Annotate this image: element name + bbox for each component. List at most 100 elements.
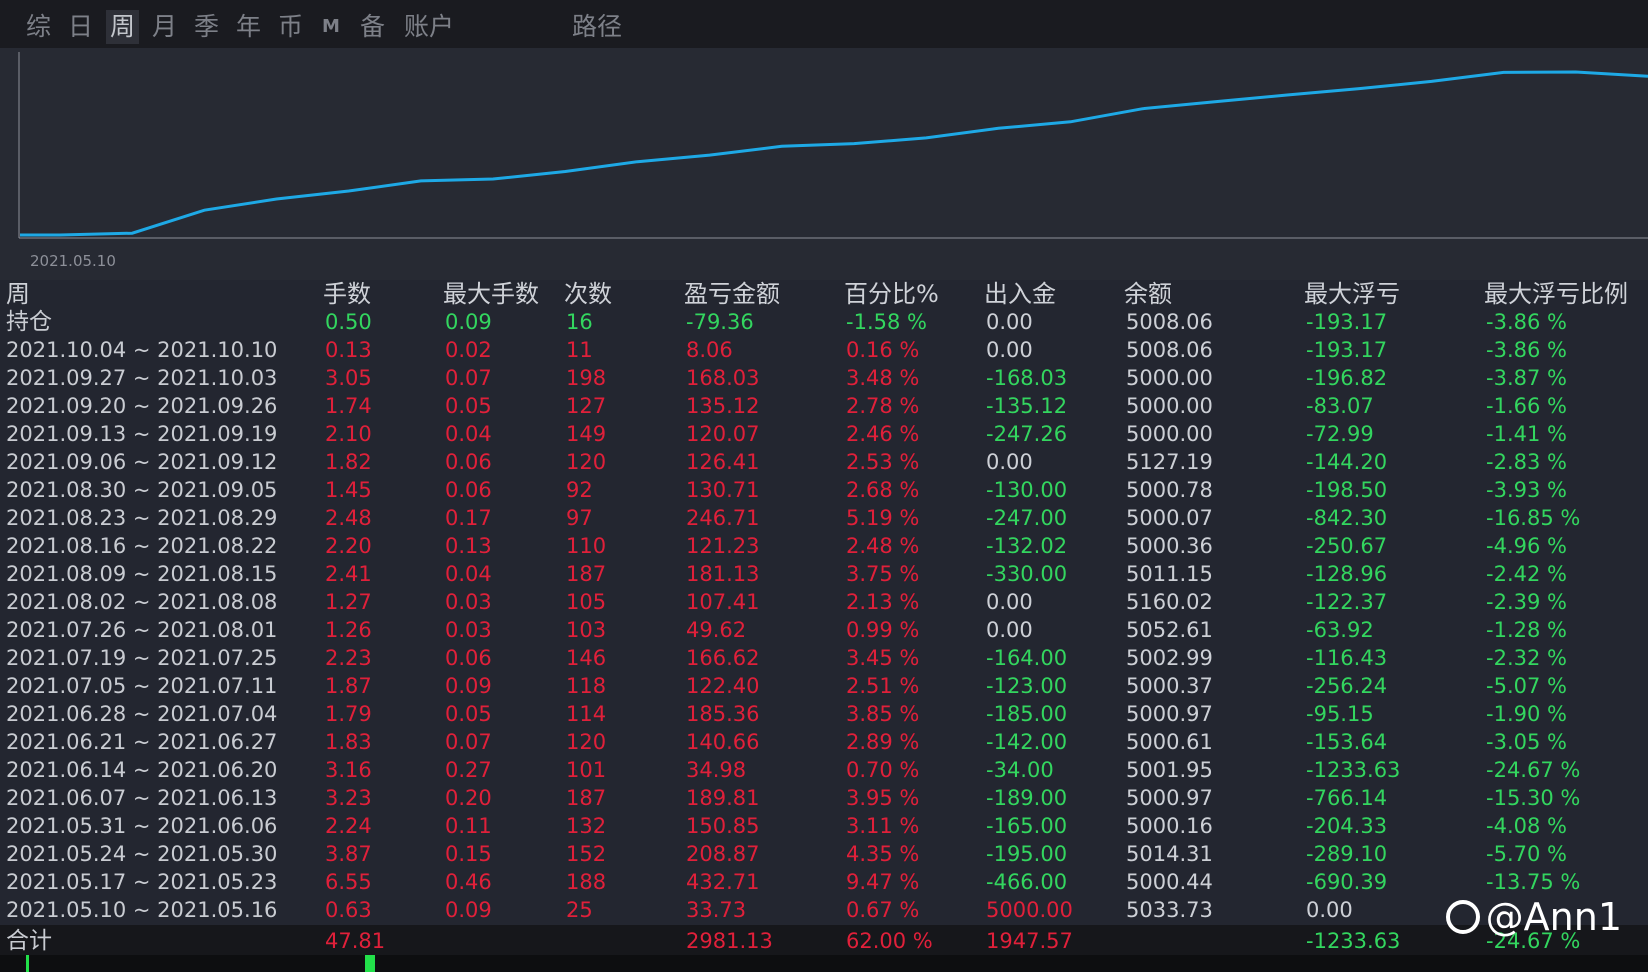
table-row[interactable]: 2021.07.05 ~ 2021.07.11 1.87 0.09 118 122.40…	[0, 672, 1648, 700]
tab-notes[interactable]: 备	[356, 10, 389, 44]
row-balance: 5033.73	[1126, 898, 1213, 922]
row-max-lots: 0.27	[445, 758, 492, 782]
tab-weekly[interactable]: 周	[106, 10, 140, 44]
tab-path[interactable]: 路径	[568, 10, 626, 44]
row-pnl: 166.62	[686, 646, 760, 670]
header-max-lots[interactable]: 最大手数	[443, 280, 539, 308]
row-balance: 5000.97	[1126, 786, 1213, 810]
row-week: 2021.05.31 ~ 2021.06.06	[6, 814, 278, 838]
row-balance: 5000.16	[1126, 814, 1213, 838]
row-week: 2021.08.23 ~ 2021.08.29	[6, 506, 278, 530]
table-row[interactable]: 2021.09.20 ~ 2021.09.26 1.74 0.05 127 135.12…	[0, 392, 1648, 420]
row-lots: 1.82	[325, 450, 372, 474]
table-header-row: 周 手数 最大手数 次数 盈亏金额 百分比% 出入金 余额 最大浮亏 最大浮亏比…	[0, 280, 1648, 308]
row-flow: -130.00	[986, 478, 1068, 502]
row-max-dd-pct: -3.86 %	[1486, 338, 1567, 362]
row-pnl: 135.12	[686, 394, 760, 418]
tab-account[interactable]: 账户	[400, 10, 458, 44]
chart-start-date: 2021.05.10	[30, 252, 116, 270]
row-max-dd: -63.92	[1306, 618, 1374, 642]
tab-currency[interactable]: 币	[274, 10, 307, 44]
header-count[interactable]: 次数	[564, 280, 612, 308]
tab-daily[interactable]: 日	[64, 10, 97, 44]
table-row[interactable]: 2021.09.13 ~ 2021.09.19 2.10 0.04 149 120.07…	[0, 420, 1648, 448]
table-row[interactable]: 2021.08.02 ~ 2021.08.08 1.27 0.03 105 107.41…	[0, 588, 1648, 616]
table-row[interactable]: 2021.06.28 ~ 2021.07.04 1.79 0.05 114 185.36…	[0, 700, 1648, 728]
header-max-dd[interactable]: 最大浮亏	[1304, 280, 1400, 308]
row-balance: 5000.78	[1126, 478, 1213, 502]
row-count: 152	[566, 842, 607, 866]
table-row[interactable]: 2021.06.21 ~ 2021.06.27 1.83 0.07 120 140.66…	[0, 728, 1648, 756]
header-week[interactable]: 周	[6, 280, 30, 308]
row-pct: 3.11 %	[846, 814, 920, 838]
table-row[interactable]: 2021.08.16 ~ 2021.08.22 2.20 0.13 110 121.23…	[0, 532, 1648, 560]
row-max-dd-pct: -1.90 %	[1486, 702, 1567, 726]
row-count: 103	[566, 618, 607, 642]
row-count: 110	[566, 534, 607, 558]
holding-max-dd-pct: -3.86 %	[1486, 310, 1567, 334]
header-balance[interactable]: 余额	[1124, 280, 1172, 308]
row-count: 101	[566, 758, 607, 782]
table-row[interactable]: 2021.06.07 ~ 2021.06.13 3.23 0.20 187 189.81…	[0, 784, 1648, 812]
timeline-marker[interactable]	[365, 955, 375, 972]
row-count: 120	[566, 450, 607, 474]
tab-summary[interactable]: 综	[22, 10, 55, 44]
holding-pnl: -79.36	[686, 310, 754, 334]
row-max-lots: 0.06	[445, 646, 492, 670]
row-pct: 2.68 %	[846, 478, 920, 502]
row-pct: 0.16 %	[846, 338, 920, 362]
row-balance: 5000.61	[1126, 730, 1213, 754]
total-pnl: 2981.13	[686, 929, 773, 953]
row-max-lots: 0.09	[445, 898, 492, 922]
total-label: 合计	[6, 928, 52, 954]
header-pct[interactable]: 百分比%	[844, 280, 939, 308]
total-row: 合计 47.81 2981.13 62.00 % 1947.57 -1233.6…	[0, 925, 1648, 955]
header-pnl[interactable]: 盈亏金额	[684, 280, 780, 308]
row-week: 2021.06.14 ~ 2021.06.20	[6, 758, 278, 782]
tab-monthly[interactable]: 月	[148, 10, 181, 44]
table-row[interactable]: 2021.10.04 ~ 2021.10.10 0.13 0.02 11 8.06 0.1…	[0, 336, 1648, 364]
holding-count: 16	[566, 310, 593, 334]
timeline-marker[interactable]	[26, 955, 29, 972]
table-row[interactable]: 2021.09.06 ~ 2021.09.12 1.82 0.06 120 126.41…	[0, 448, 1648, 476]
tab-m[interactable]: M	[318, 10, 344, 44]
watermark-logo-icon	[1445, 900, 1480, 934]
row-pnl: 120.07	[686, 422, 760, 446]
tab-yearly[interactable]: 年	[232, 10, 265, 44]
bottom-strip	[0, 955, 1648, 972]
table-row[interactable]: 2021.05.31 ~ 2021.06.06 2.24 0.11 132 150.85…	[0, 812, 1648, 840]
row-week: 2021.08.02 ~ 2021.08.08	[6, 590, 278, 614]
row-max-dd: -250.67	[1306, 534, 1388, 558]
row-flow: -195.00	[986, 842, 1068, 866]
row-count: 132	[566, 814, 607, 838]
header-flow[interactable]: 出入金	[984, 280, 1056, 308]
row-max-dd: -153.64	[1306, 730, 1388, 754]
row-flow: -135.12	[986, 394, 1068, 418]
total-lots: 47.81	[325, 929, 386, 953]
row-count: 105	[566, 590, 607, 614]
table-row[interactable]: 2021.09.27 ~ 2021.10.03 3.05 0.07 198 168.03…	[0, 364, 1648, 392]
row-week: 2021.09.20 ~ 2021.09.26	[6, 394, 278, 418]
table-row[interactable]: 2021.06.14 ~ 2021.06.20 3.16 0.27 101 34.98 0…	[0, 756, 1648, 784]
row-balance: 5011.15	[1126, 562, 1213, 586]
row-balance: 5000.44	[1126, 870, 1213, 894]
table-row[interactable]: 2021.05.24 ~ 2021.05.30 3.87 0.15 152 208.87…	[0, 840, 1648, 868]
tab-quarterly[interactable]: 季	[190, 10, 223, 44]
row-max-dd-pct: -4.96 %	[1486, 534, 1567, 558]
header-lots[interactable]: 手数	[323, 280, 371, 308]
holding-row[interactable]: 持仓 0.50 0.09 16 -79.36 -1.58 % 0.00 5008…	[0, 308, 1648, 336]
table-row[interactable]: 2021.08.23 ~ 2021.08.29 2.48 0.17 97 246.71 5…	[0, 504, 1648, 532]
table-row[interactable]: 2021.07.26 ~ 2021.08.01 1.26 0.03 103 49.62 0…	[0, 616, 1648, 644]
table-row[interactable]: 2021.07.19 ~ 2021.07.25 2.23 0.06 146 166.62…	[0, 644, 1648, 672]
row-max-dd: -72.99	[1306, 422, 1374, 446]
table-row[interactable]: 2021.05.17 ~ 2021.05.23 6.55 0.46 188 432.71…	[0, 868, 1648, 896]
table-row[interactable]: 2021.08.09 ~ 2021.08.15 2.41 0.04 187 181.13…	[0, 560, 1648, 588]
row-count: 149	[566, 422, 607, 446]
row-flow: -189.00	[986, 786, 1068, 810]
header-max-dd-pct[interactable]: 最大浮亏比例	[1484, 280, 1628, 308]
row-flow: 0.00	[986, 338, 1033, 362]
table-row[interactable]: 2021.05.10 ~ 2021.05.16 0.63 0.09 25 33.73 0.…	[0, 896, 1648, 924]
table-row[interactable]: 2021.08.30 ~ 2021.09.05 1.45 0.06 92 130.71 2…	[0, 476, 1648, 504]
row-pnl: 246.71	[686, 506, 760, 530]
row-pnl: 432.71	[686, 870, 760, 894]
